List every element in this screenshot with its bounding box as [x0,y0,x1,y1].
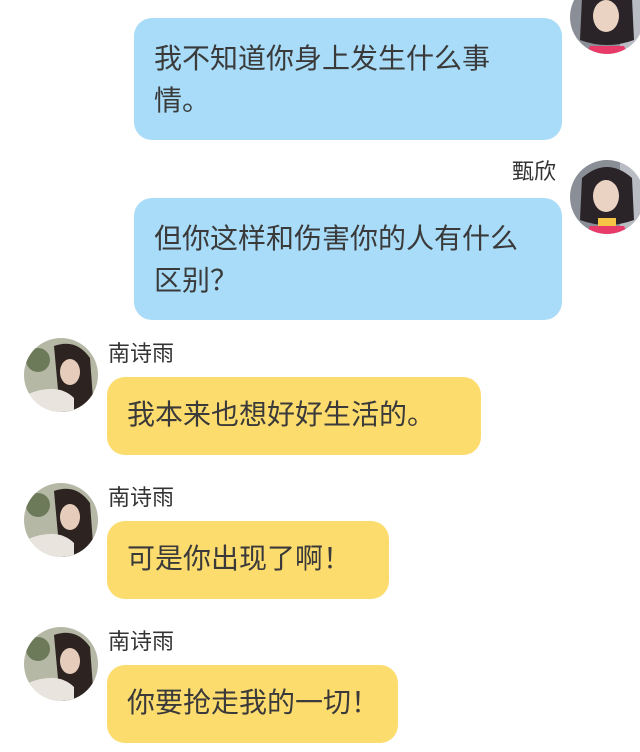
sender-name: 南诗雨 [108,630,175,655]
message-text: 我本来也想好好生活的。 [127,398,436,431]
message-text: 我不知道你身上发生什么事情。 [154,42,491,117]
chat-bubble[interactable]: 我本来也想好好生活的。 [107,377,481,455]
avatar[interactable] [570,160,640,234]
message-text: 可是你出现了啊！ [127,542,352,575]
message-text: 你要抢走我的一切！ [127,686,380,719]
message-text: 但你这样和伤害你的人有什么区别？ [154,222,519,297]
sender-name: 南诗雨 [108,342,175,367]
avatar[interactable] [24,627,98,701]
chat-bubble[interactable]: 我不知道你身上发生什么事情。 [134,18,562,140]
avatar[interactable] [24,338,98,412]
avatar[interactable] [24,483,98,557]
chat-bubble[interactable]: 但你这样和伤害你的人有什么区别？ [134,198,562,320]
chat-bubble[interactable]: 可是你出现了啊！ [107,521,389,599]
avatar[interactable] [570,0,640,54]
sender-name: 甄欣 [512,160,557,185]
sender-name: 南诗雨 [108,486,175,511]
chat-bubble[interactable]: 你要抢走我的一切！ [107,665,398,743]
